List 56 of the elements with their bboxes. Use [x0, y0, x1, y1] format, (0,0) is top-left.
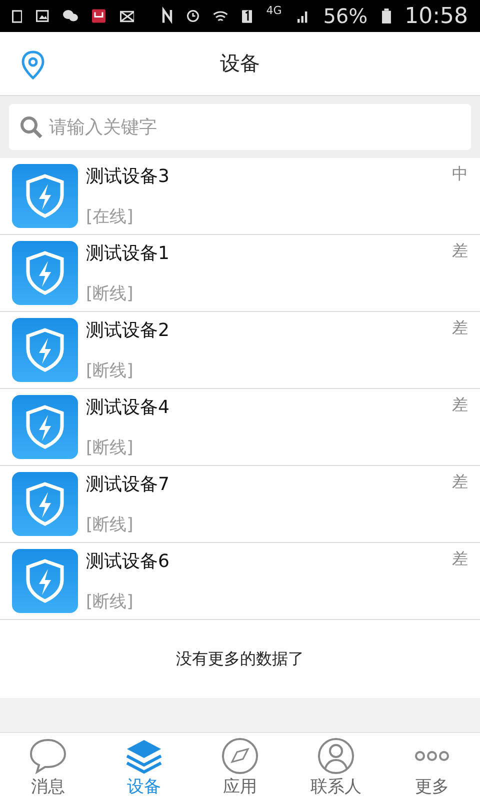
shield-lightning-icon — [12, 395, 78, 459]
device-row[interactable]: 测试设备6 [断线] 差 — [0, 543, 480, 620]
battery-icon — [382, 6, 391, 26]
search-field[interactable]: 请输入关键字 — [9, 104, 471, 150]
shield-lightning-icon — [12, 472, 78, 536]
signal-quality: 差 — [452, 472, 468, 493]
device-row[interactable]: 测试设备3 [在线] 中 — [0, 158, 480, 235]
network-type: 4G — [266, 4, 282, 17]
device-name: 测试设备1 — [86, 242, 170, 265]
nfc-icon — [162, 6, 173, 26]
battery-percent: 56% — [323, 4, 368, 28]
device-name: 测试设备3 — [86, 165, 170, 188]
device-row[interactable]: 测试设备1 [断线] 差 — [0, 235, 480, 312]
shield-lightning-icon — [12, 318, 78, 382]
signal-quality: 中 — [452, 164, 468, 185]
shield-lightning-icon — [12, 241, 78, 305]
more-dots-icon — [415, 751, 449, 761]
device-row[interactable]: 测试设备4 [断线] 差 — [0, 389, 480, 466]
nav-tab[interactable]: 应用 — [192, 733, 288, 800]
device-row[interactable]: 测试设备7 [断线] 差 — [0, 466, 480, 543]
device-status: [断线] — [86, 360, 134, 382]
nav-tab[interactable]: 消息 — [0, 733, 96, 800]
device-status: [断线] — [86, 514, 134, 536]
device-status: [在线] — [86, 206, 134, 228]
image-icon — [36, 8, 50, 24]
device-name: 测试设备4 — [86, 396, 170, 419]
nav-tab[interactable]: 更多 — [384, 733, 480, 800]
shield-lightning-icon — [12, 164, 78, 228]
signal-quality: 差 — [452, 318, 468, 339]
signal-quality: 差 — [452, 241, 468, 262]
device-status: [断线] — [86, 283, 134, 305]
page-title: 设备 — [220, 50, 260, 77]
sim-card-icon — [242, 8, 252, 24]
device-row[interactable]: 测试设备2 [断线] 差 — [0, 312, 480, 389]
device-name: 测试设备6 — [86, 550, 170, 573]
layers-icon — [124, 737, 164, 775]
signal-quality: 差 — [452, 549, 468, 570]
wifi-icon — [212, 9, 228, 23]
chat-bubble-icon — [28, 737, 68, 775]
device-status: [断线] — [86, 591, 134, 613]
person-icon — [316, 737, 356, 775]
search-icon — [19, 115, 43, 139]
mail-icon — [120, 8, 134, 24]
nav-tab[interactable]: 联系人 — [288, 733, 384, 800]
location-pin-icon[interactable] — [20, 50, 46, 80]
clock-time: 10:58 — [404, 4, 468, 28]
compass-icon — [220, 737, 260, 775]
chat-bubbles-icon — [63, 8, 78, 24]
signal-quality: 差 — [452, 395, 468, 416]
shield-lightning-icon — [12, 549, 78, 613]
device-name: 测试设备2 — [86, 319, 170, 342]
device-name: 测试设备7 — [86, 473, 170, 496]
app-notification-icon — [92, 7, 106, 25]
no-more-data-text: 没有更多的数据了 — [176, 648, 304, 670]
device-status: [断线] — [86, 437, 134, 459]
alarm-clock-icon — [186, 8, 199, 24]
